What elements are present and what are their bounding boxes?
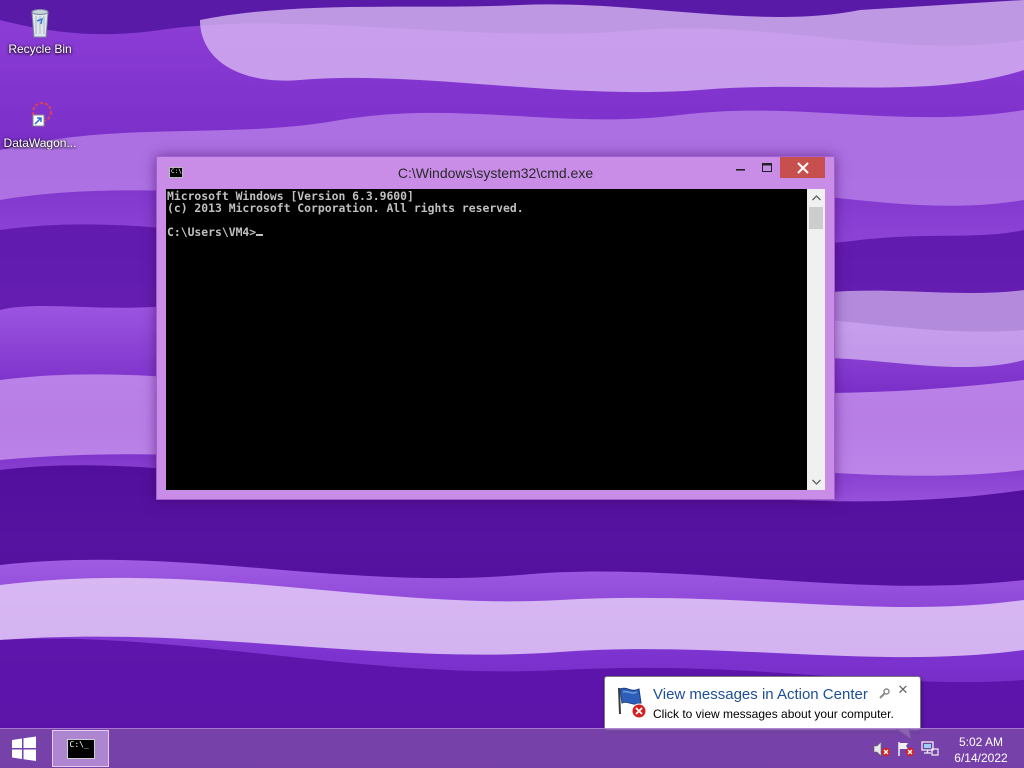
console-area[interactable]: Microsoft Windows [Version 6.3.9600] (c) … bbox=[166, 189, 825, 490]
taskbar: C:\_ 5:02 AM 6/14/2022 bbox=[0, 728, 1024, 768]
wrench-icon[interactable] bbox=[877, 686, 891, 700]
vertical-scrollbar[interactable] bbox=[807, 189, 825, 490]
cmd-icon[interactable]: C:\ bbox=[169, 167, 183, 178]
desktop-icon-label: Recycle Bin bbox=[8, 42, 72, 56]
close-icon[interactable]: ✕ bbox=[896, 684, 910, 698]
notification-body: Click to view messages about your comput… bbox=[653, 707, 894, 721]
scroll-thumb[interactable] bbox=[809, 207, 823, 229]
network-icon[interactable] bbox=[921, 741, 939, 757]
minimize-button[interactable] bbox=[728, 158, 754, 178]
start-button[interactable] bbox=[0, 729, 48, 768]
action-center-flag-icon bbox=[615, 684, 651, 720]
cmd-window: C:\ C:\Windows\system32\cmd.exe Microsof… bbox=[156, 156, 835, 500]
console-output: Microsoft Windows [Version 6.3.9600] (c) … bbox=[167, 190, 805, 488]
console-line: (c) 2013 Microsoft Corporation. All righ… bbox=[167, 201, 524, 215]
maximize-button[interactable] bbox=[754, 158, 780, 178]
clock[interactable]: 5:02 AM 6/14/2022 bbox=[948, 734, 1014, 766]
minimize-icon bbox=[736, 169, 745, 171]
desktop: Recycle Bin DataWagon... C:\ C:\Windows\… bbox=[0, 0, 1024, 768]
taskbar-item-cmd[interactable]: C:\_ bbox=[52, 730, 109, 767]
window-title: C:\Windows\system32\cmd.exe bbox=[397, 165, 594, 181]
notification-balloon[interactable]: View messages in Action Center Click to … bbox=[604, 676, 921, 731]
console-prompt: C:\Users\VM4> bbox=[167, 225, 257, 239]
notification-title[interactable]: View messages in Action Center bbox=[653, 686, 868, 703]
close-icon bbox=[796, 161, 809, 174]
volume-muted-icon[interactable] bbox=[873, 741, 891, 757]
windows-logo-icon bbox=[12, 736, 36, 761]
cmd-icon: C:\_ bbox=[66, 738, 95, 759]
datawagon-shortcut-icon bbox=[22, 98, 58, 134]
chevron-down-icon bbox=[811, 479, 821, 485]
text-cursor bbox=[256, 234, 264, 236]
desktop-icon-datawagon[interactable]: DataWagon... bbox=[1, 98, 79, 150]
title-bar[interactable]: C:\ C:\Windows\system32\cmd.exe bbox=[157, 157, 834, 189]
scroll-up-button[interactable] bbox=[807, 189, 825, 206]
action-center-flag-icon[interactable] bbox=[897, 741, 915, 757]
close-button[interactable] bbox=[780, 157, 825, 178]
maximize-icon bbox=[761, 163, 772, 172]
clock-date: 6/14/2022 bbox=[954, 751, 1008, 765]
recycle-bin-icon bbox=[22, 4, 58, 40]
chevron-up-icon bbox=[811, 194, 821, 200]
clock-time: 5:02 AM bbox=[958, 735, 1004, 749]
desktop-icon-label: DataWagon... bbox=[3, 136, 77, 150]
desktop-icon-recycle-bin[interactable]: Recycle Bin bbox=[1, 4, 79, 56]
console-prompt-line: C:\Users\VM4> bbox=[167, 226, 805, 238]
scroll-down-button[interactable] bbox=[807, 473, 825, 490]
